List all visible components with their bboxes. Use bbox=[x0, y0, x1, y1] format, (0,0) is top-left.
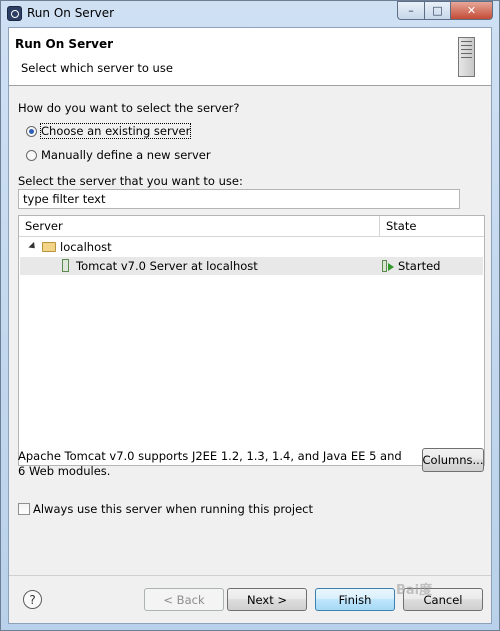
finish-button[interactable]: Finish bbox=[315, 588, 395, 611]
server-icon bbox=[62, 259, 69, 272]
server-state: Started bbox=[398, 259, 441, 273]
server-table[interactable]: Server State localhost Tomcat v7.0 Serve… bbox=[18, 215, 485, 466]
radio-button-checked[interactable] bbox=[26, 125, 37, 137]
always-use-label[interactable]: Always use this server when running this… bbox=[33, 502, 313, 516]
server-state-icon bbox=[382, 260, 387, 272]
title-bar[interactable]: Run On Server – □ ✕ bbox=[1, 1, 499, 27]
always-use-checkbox-row[interactable]: Always use this server when running this… bbox=[18, 502, 313, 516]
tree-node-localhost[interactable]: localhost bbox=[19, 238, 484, 256]
radio-manually-define[interactable]: Manually define a new server bbox=[26, 148, 211, 162]
server-list-label: Select the server that you want to use: bbox=[18, 174, 243, 188]
columns-button[interactable]: Columns... bbox=[422, 448, 484, 472]
window-title: Run On Server bbox=[27, 6, 115, 20]
server-description: Apache Tomcat v7.0 supports J2EE 1.2, 1.… bbox=[18, 449, 402, 478]
maximize-button[interactable]: □ bbox=[424, 1, 450, 20]
close-button[interactable]: ✕ bbox=[450, 1, 493, 20]
radio-choose-existing[interactable]: Choose an existing server bbox=[26, 123, 192, 139]
expand-triangle-icon[interactable] bbox=[28, 241, 38, 252]
always-use-checkbox[interactable] bbox=[18, 503, 30, 515]
back-button[interactable]: < Back bbox=[144, 588, 224, 611]
banner-title: Run On Server bbox=[15, 37, 114, 51]
table-row[interactable]: Tomcat v7.0 Server at localhost Started bbox=[20, 257, 483, 275]
column-header-state[interactable]: State bbox=[380, 216, 484, 236]
next-button[interactable]: Next > bbox=[227, 588, 307, 611]
server-tower-icon bbox=[458, 37, 475, 77]
run-on-server-window: Run On Server – □ ✕ Run On Server Select… bbox=[0, 0, 500, 631]
table-header: Server State bbox=[19, 216, 484, 237]
radio-label-manual[interactable]: Manually define a new server bbox=[41, 148, 211, 162]
server-name: Tomcat v7.0 Server at localhost bbox=[76, 259, 258, 273]
folder-icon bbox=[42, 242, 56, 252]
host-label: localhost bbox=[60, 240, 112, 254]
wizard-banner: Run On Server Select which server to use bbox=[9, 28, 491, 86]
eclipse-app-icon bbox=[7, 6, 22, 21]
window-controls: – □ ✕ bbox=[397, 1, 493, 20]
dialog-content: Run On Server Select which server to use… bbox=[8, 27, 492, 624]
minimize-button[interactable]: – bbox=[397, 1, 424, 20]
radio-label-existing[interactable]: Choose an existing server bbox=[39, 123, 192, 139]
filter-input[interactable] bbox=[18, 189, 460, 209]
started-play-icon bbox=[388, 263, 394, 271]
help-icon[interactable]: ? bbox=[23, 590, 42, 609]
cancel-button[interactable]: Cancel bbox=[403, 588, 483, 611]
radio-button-unchecked[interactable] bbox=[26, 149, 37, 161]
column-header-server[interactable]: Server bbox=[19, 216, 380, 236]
selection-question: How do you want to select the server? bbox=[18, 101, 240, 115]
footer-divider bbox=[9, 575, 491, 576]
banner-subtitle: Select which server to use bbox=[21, 61, 173, 75]
